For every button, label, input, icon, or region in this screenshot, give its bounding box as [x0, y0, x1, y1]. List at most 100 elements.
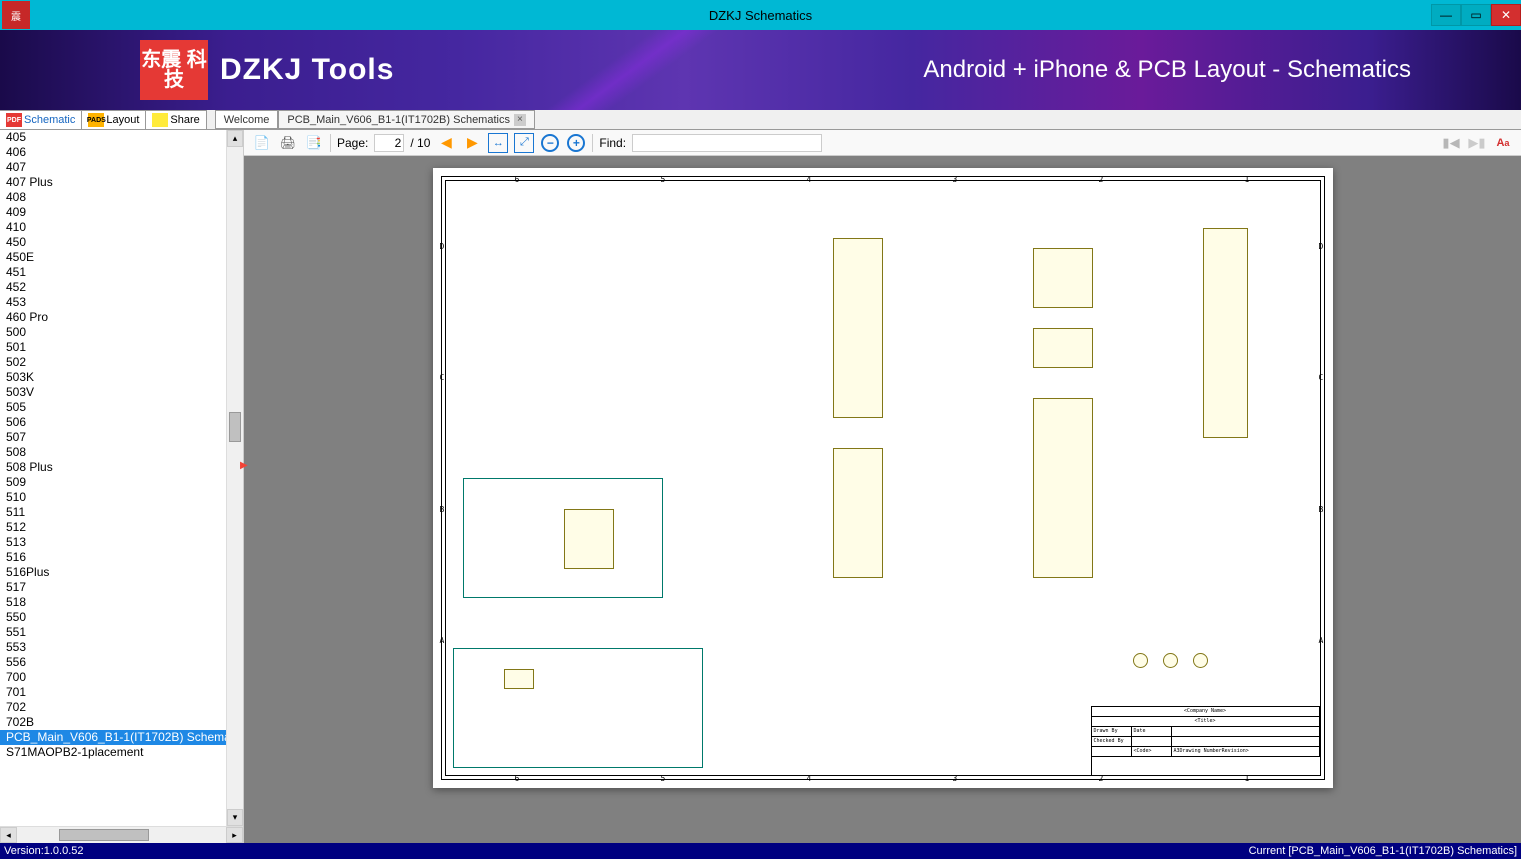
- grid-row-label: C: [440, 373, 445, 382]
- sidebar-item[interactable]: 507: [0, 430, 226, 445]
- canvas[interactable]: 665544332211 DDCCBBAA: [244, 156, 1521, 843]
- scroll-down-icon[interactable]: ▾: [227, 809, 243, 826]
- content: 405406407407 Plus408409410450450E4514524…: [0, 130, 1521, 843]
- tool-tabs: PDF Schematic PADS Layout Share Welcome …: [0, 110, 1521, 130]
- vscrollbar[interactable]: ▴ ▾: [226, 130, 243, 826]
- close-tab-icon[interactable]: ×: [514, 114, 526, 126]
- print-button[interactable]: 🖨: [278, 133, 298, 153]
- sidebar-item[interactable]: 501: [0, 340, 226, 355]
- sidebar-item[interactable]: 553: [0, 640, 226, 655]
- tab-layout[interactable]: PADS Layout: [82, 110, 146, 129]
- sidebar-item[interactable]: 508 Plus: [0, 460, 226, 475]
- sidebar-item[interactable]: 502: [0, 355, 226, 370]
- tab-share[interactable]: Share: [146, 110, 206, 129]
- sidebar-item[interactable]: 453: [0, 295, 226, 310]
- hscroll-thumb[interactable]: [59, 829, 149, 841]
- sidebar-item[interactable]: S71MAOPB2-1placement: [0, 745, 226, 760]
- tab-layout-label: Layout: [106, 114, 139, 126]
- sidebar-item[interactable]: 516: [0, 550, 226, 565]
- grid-col-label: 1: [1245, 175, 1250, 184]
- hscroll-track[interactable]: [17, 827, 226, 843]
- find-next-button[interactable]: ▶▮: [1467, 133, 1487, 153]
- sidebar-item[interactable]: 511: [0, 505, 226, 520]
- sidebar-item[interactable]: 503V: [0, 385, 226, 400]
- sidebar-item[interactable]: 700: [0, 670, 226, 685]
- sidebar-item[interactable]: 452: [0, 280, 226, 295]
- splitter-handle[interactable]: ▶: [240, 460, 248, 471]
- tab-schematic[interactable]: PDF Schematic: [0, 110, 82, 129]
- grid-col-label: 6: [515, 774, 520, 783]
- sidebar-item[interactable]: 702B: [0, 715, 226, 730]
- sidebar-item[interactable]: 517: [0, 580, 226, 595]
- scroll-right-icon[interactable]: ▸: [226, 827, 243, 843]
- logo: 东震 科技: [140, 40, 208, 100]
- maximize-button[interactable]: ▭: [1461, 4, 1491, 26]
- window-title: DZKJ Schematics: [709, 8, 812, 23]
- zoom-in-button[interactable]: +: [566, 133, 586, 153]
- pads-icon: PADS: [88, 113, 104, 127]
- sidebar-item[interactable]: 409: [0, 205, 226, 220]
- scroll-left-icon[interactable]: ◂: [0, 827, 17, 843]
- sidebar-item[interactable]: 410: [0, 220, 226, 235]
- sidebar-item[interactable]: 503K: [0, 370, 226, 385]
- scroll-up-icon[interactable]: ▴: [227, 130, 243, 147]
- tb-checked-by: Checked By: [1092, 737, 1132, 746]
- sidebar-item[interactable]: 406: [0, 145, 226, 160]
- pdf-icon: PDF: [6, 113, 22, 127]
- text-tool-button[interactable]: Aa: [1493, 133, 1513, 153]
- sidebar-item[interactable]: 509: [0, 475, 226, 490]
- grid-row-label: A: [1319, 636, 1324, 645]
- sidebar-item[interactable]: 701: [0, 685, 226, 700]
- find-input[interactable]: [632, 134, 822, 152]
- copy-button[interactable]: 📄: [252, 133, 272, 153]
- next-page-button[interactable]: ▶: [462, 133, 482, 153]
- sidebar-item[interactable]: 450: [0, 235, 226, 250]
- sidebar-list[interactable]: 405406407407 Plus408409410450450E4514524…: [0, 130, 226, 826]
- sidebar-item[interactable]: 513: [0, 535, 226, 550]
- fit-page-button[interactable]: ⤢: [514, 133, 534, 153]
- doc-tab-active-label: PCB_Main_V606_B1-1(IT1702B) Schematics: [287, 114, 510, 126]
- sidebar-item[interactable]: 516Plus: [0, 565, 226, 580]
- sidebar-item[interactable]: 556: [0, 655, 226, 670]
- app-icon: 震: [2, 1, 30, 29]
- sidebar-item[interactable]: 460 Pro: [0, 310, 226, 325]
- sidebar-item[interactable]: 408: [0, 190, 226, 205]
- sidebar-item[interactable]: 506: [0, 415, 226, 430]
- find-label: Find:: [599, 136, 626, 150]
- sidebar-item[interactable]: 550: [0, 610, 226, 625]
- sidebar-item[interactable]: 450E: [0, 250, 226, 265]
- vscroll-track[interactable]: [227, 147, 243, 809]
- titleblock: <Company Name> <Title> Drawn By Date Che…: [1091, 706, 1321, 776]
- tab-share-label: Share: [170, 114, 199, 126]
- sidebar-item[interactable]: 451: [0, 265, 226, 280]
- sidebar-item[interactable]: 505: [0, 400, 226, 415]
- grid-row-label: C: [1319, 373, 1324, 382]
- sidebar: 405406407407 Plus408409410450450E4514524…: [0, 130, 244, 843]
- titlebar: 震 DZKJ Schematics — ▭ ✕: [0, 0, 1521, 30]
- sidebar-item[interactable]: 518: [0, 595, 226, 610]
- sidebar-item[interactable]: 551: [0, 625, 226, 640]
- sidebar-item[interactable]: 508: [0, 445, 226, 460]
- page-input[interactable]: [374, 134, 404, 152]
- close-button[interactable]: ✕: [1491, 4, 1521, 26]
- sidebar-item[interactable]: 407: [0, 160, 226, 175]
- sidebar-item[interactable]: 512: [0, 520, 226, 535]
- sidebar-item[interactable]: 407 Plus: [0, 175, 226, 190]
- sidebar-item[interactable]: 500: [0, 325, 226, 340]
- doc-tab-active[interactable]: PCB_Main_V606_B1-1(IT1702B) Schematics ×: [278, 110, 535, 129]
- hscrollbar[interactable]: ◂ ▸: [0, 826, 243, 843]
- sidebar-item[interactable]: 702: [0, 700, 226, 715]
- minimize-button[interactable]: —: [1431, 4, 1461, 26]
- sidebar-item[interactable]: 405: [0, 130, 226, 145]
- doc-tab-welcome[interactable]: Welcome: [215, 110, 279, 129]
- export-button[interactable]: 📑: [304, 133, 324, 153]
- find-prev-button[interactable]: ▮◀: [1441, 133, 1461, 153]
- prev-page-button[interactable]: ◀: [436, 133, 456, 153]
- sidebar-item[interactable]: PCB_Main_V606_B1-1(IT1702B) Schematics: [0, 730, 226, 745]
- tool-name: DZKJ Tools: [220, 53, 394, 87]
- sidebar-item[interactable]: 510: [0, 490, 226, 505]
- grid-row-label: D: [1319, 242, 1324, 251]
- zoom-out-button[interactable]: −: [540, 133, 560, 153]
- fit-width-button[interactable]: ↔: [488, 133, 508, 153]
- vscroll-thumb[interactable]: [229, 412, 241, 442]
